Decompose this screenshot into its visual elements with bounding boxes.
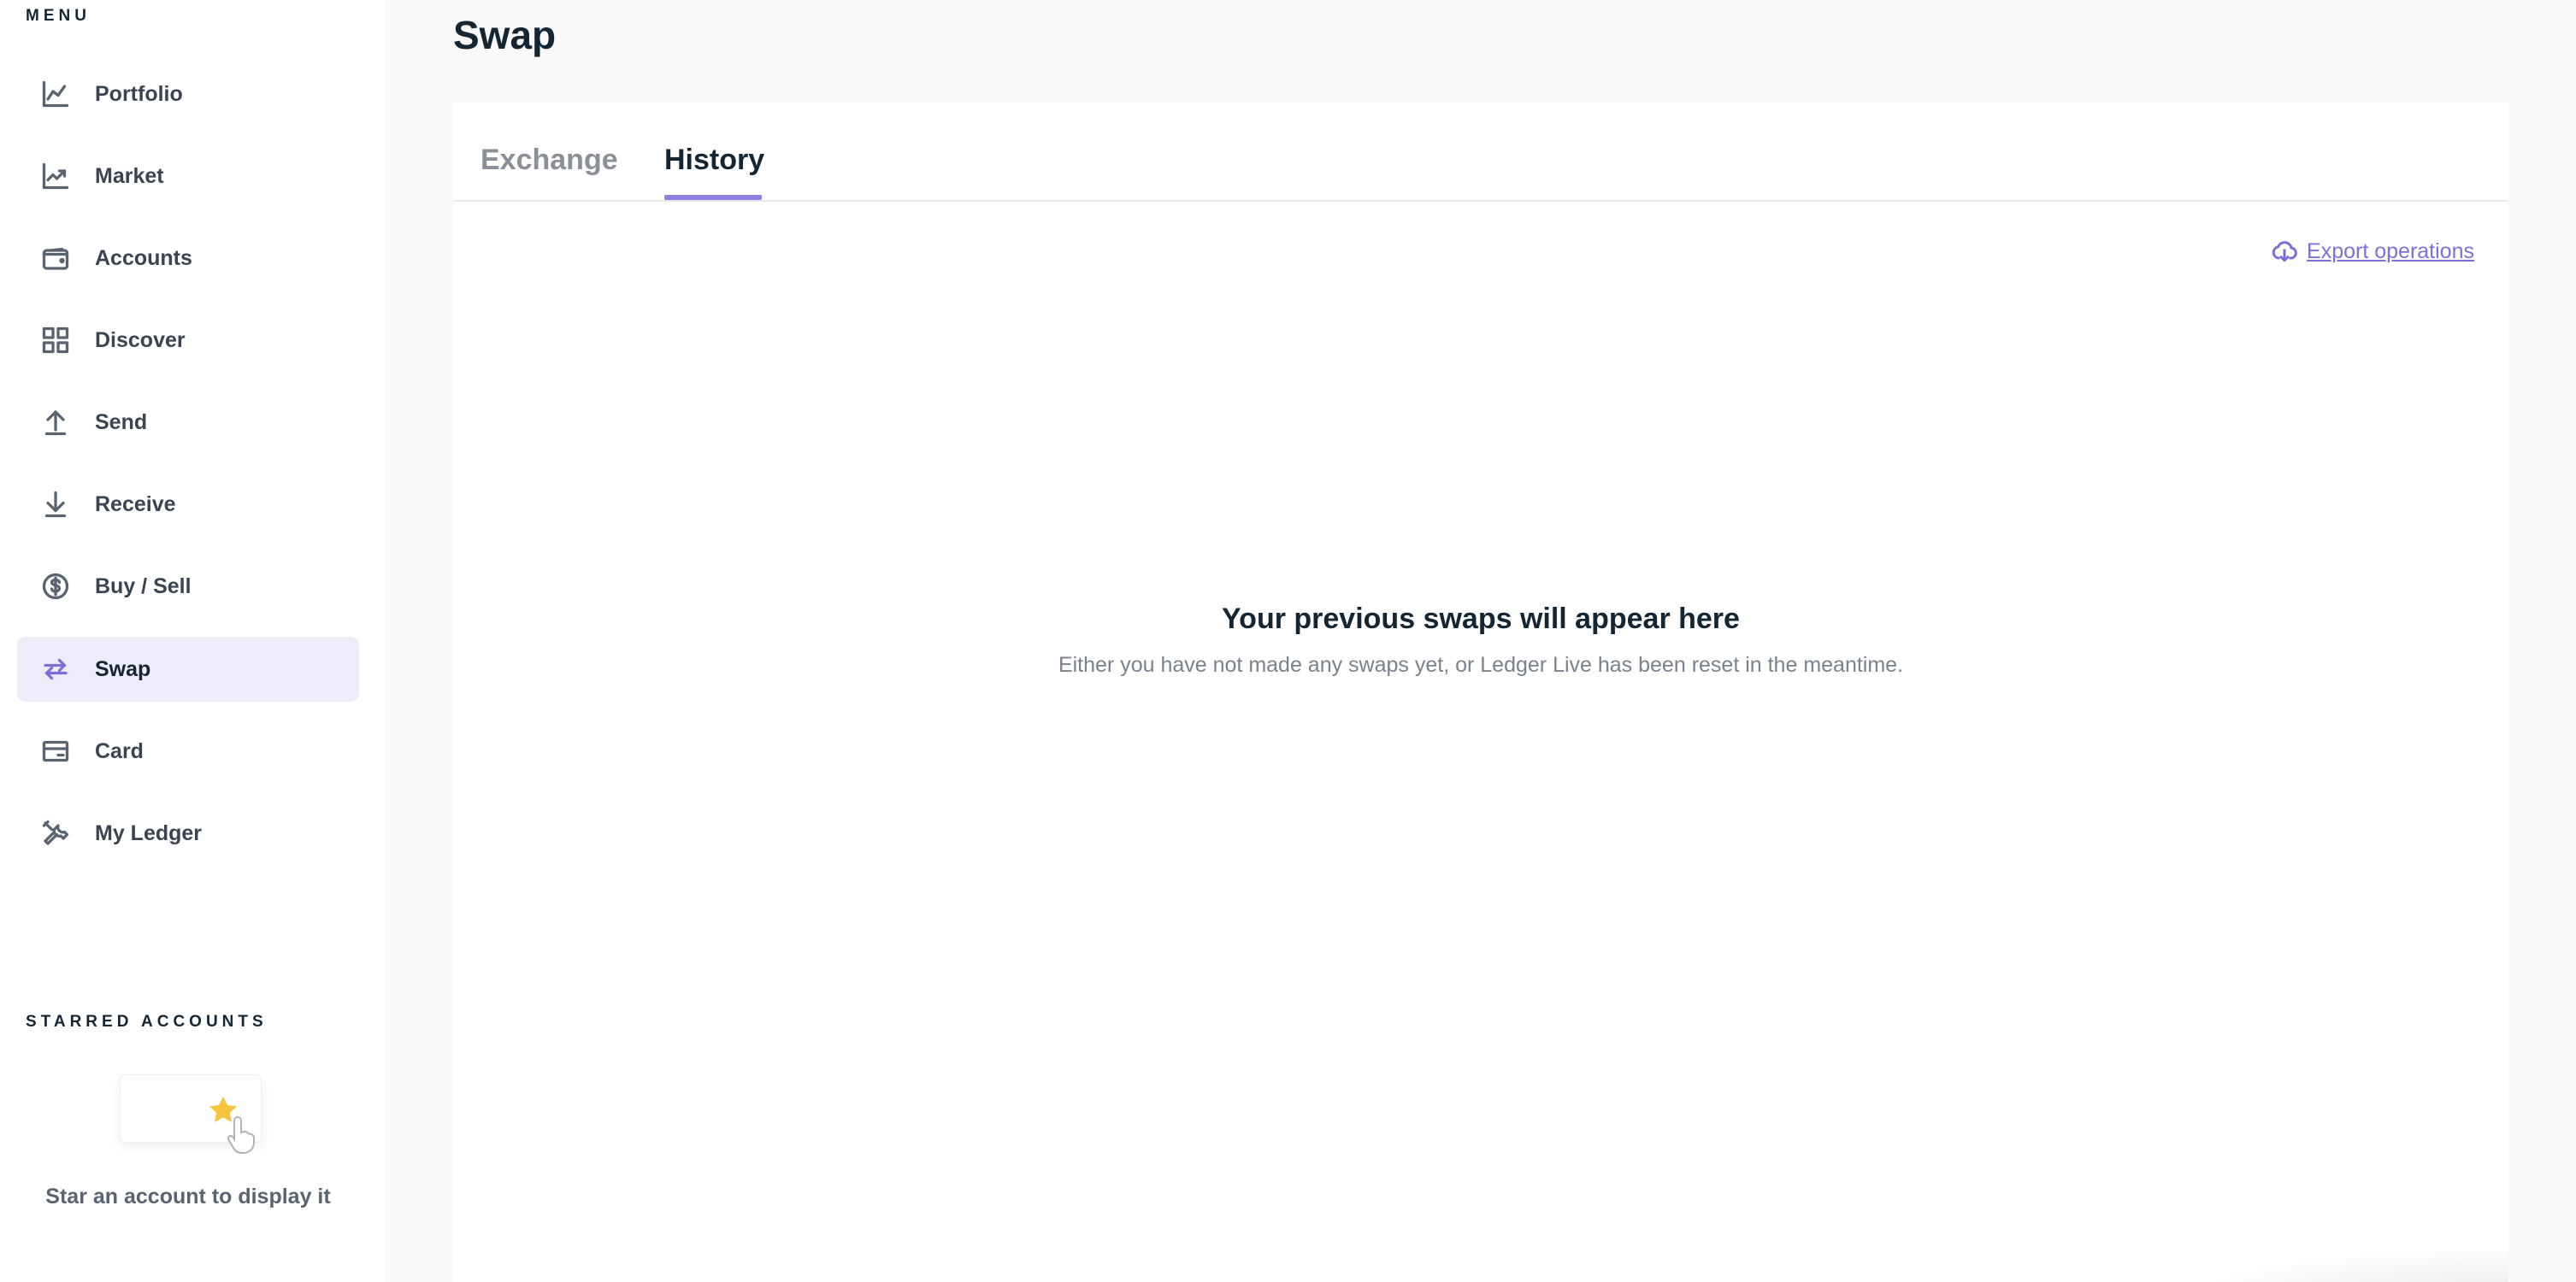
arrow-up-icon bbox=[38, 405, 73, 439]
sidebar-item-label: Accounts bbox=[95, 245, 192, 270]
sidebar-item-card[interactable]: Card bbox=[17, 719, 359, 784]
tab-exchange[interactable]: Exchange bbox=[480, 144, 618, 177]
sidebar-item-label: Buy / Sell bbox=[95, 573, 192, 598]
tools-icon bbox=[38, 816, 73, 850]
arrow-down-icon bbox=[38, 487, 73, 521]
wallet-icon bbox=[38, 241, 73, 275]
sidebar-item-label: Send bbox=[95, 409, 148, 434]
starred-accounts-title: STARRED ACCOUNTS bbox=[26, 1013, 268, 1031]
empty-state-title: Your previous swaps will appear here bbox=[1222, 603, 1740, 635]
sidebar-item-portfolio[interactable]: Portfolio bbox=[17, 62, 359, 126]
tab-bar: Exchange History bbox=[453, 103, 2508, 202]
star-pointer-icon bbox=[209, 1097, 255, 1154]
sidebar-item-accounts[interactable]: Accounts bbox=[17, 226, 359, 291]
page-title: Swap bbox=[453, 13, 557, 57]
swap-icon bbox=[38, 652, 73, 686]
sidebar-item-label: Receive bbox=[95, 491, 176, 516]
sidebar-item-send[interactable]: Send bbox=[17, 390, 359, 455]
grid-icon bbox=[38, 323, 73, 357]
cloud-download-icon bbox=[2272, 241, 2297, 262]
empty-state-description: Either you have not made any swaps yet, … bbox=[1058, 653, 1904, 677]
sidebar-item-label: My Ledger bbox=[95, 820, 203, 845]
sidebar-item-label: Market bbox=[95, 163, 164, 188]
sidebar-item-label: Card bbox=[95, 738, 144, 763]
sidebar-item-buy-sell[interactable]: Buy / Sell bbox=[17, 554, 359, 619]
export-operations-label: Export operations bbox=[2307, 238, 2474, 263]
starred-empty-caption: Star an account to display it bbox=[45, 1185, 331, 1208]
sidebar-item-receive[interactable]: Receive bbox=[17, 472, 359, 537]
sidebar-item-label: Swap bbox=[95, 656, 151, 681]
export-operations-link[interactable]: Export operations bbox=[2271, 238, 2474, 265]
sidebar-item-discover[interactable]: Discover bbox=[17, 308, 359, 373]
sidebar-item-market[interactable]: Market bbox=[17, 144, 359, 209]
sidebar-item-label: Discover bbox=[95, 327, 186, 352]
active-tab-indicator bbox=[664, 195, 762, 200]
sidebar: MENU Portfolio Market Accounts Discover … bbox=[0, 0, 385, 1282]
tab-history[interactable]: History bbox=[664, 144, 764, 177]
menu-section-title: MENU bbox=[26, 7, 91, 25]
dollar-circle-icon bbox=[38, 569, 73, 603]
sidebar-item-my-ledger[interactable]: My Ledger bbox=[17, 801, 359, 866]
sidebar-item-swap[interactable]: Swap bbox=[17, 637, 359, 702]
swap-panel: Exchange History Export operations Your … bbox=[453, 103, 2508, 1282]
corner-shadow bbox=[2184, 1248, 2508, 1282]
sidebar-item-label: Portfolio bbox=[95, 81, 183, 106]
card-icon bbox=[38, 734, 73, 768]
chart-line-icon bbox=[38, 77, 73, 111]
trend-up-icon bbox=[38, 159, 73, 193]
